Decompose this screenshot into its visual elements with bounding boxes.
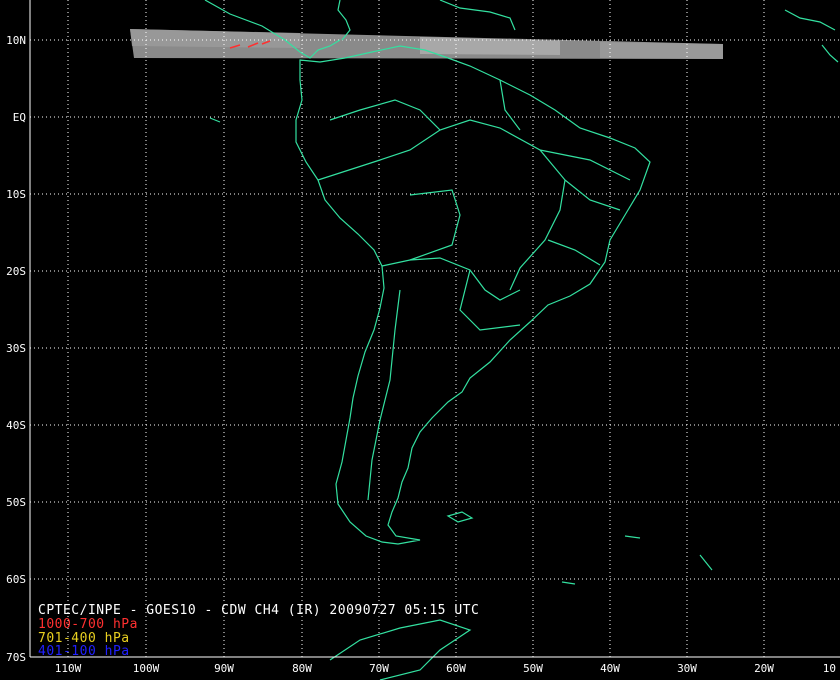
longitude-label: 80W: [292, 662, 312, 675]
legend-high-level: 401-100 hPa: [38, 644, 130, 659]
latitude-label: 40S: [6, 419, 26, 432]
longitude-label: 60W: [446, 662, 466, 675]
latitude-label: 70S: [6, 651, 26, 664]
longitude-label: 90W: [214, 662, 234, 675]
longitude-label: 20W: [754, 662, 774, 675]
latitude-label: 10S: [6, 188, 26, 201]
longitude-label: 110W: [55, 662, 82, 675]
latitude-label: EQ: [13, 111, 26, 124]
satellite-map: 10N EQ 10S 20S 30S 40S 50S 60S 70S 110W 100W 90W 80…: [0, 0, 840, 680]
longitude-label: 40W: [600, 662, 620, 675]
latitude-label: 60S: [6, 573, 26, 586]
longitude-label: 50W: [523, 662, 543, 675]
longitude-label: 100W: [133, 662, 160, 675]
legend-low-level: 1000-700 hPa: [38, 617, 138, 632]
latitude-label: 20S: [6, 265, 26, 278]
longitude-label: 30W: [677, 662, 697, 675]
latitude-label: 10N: [6, 34, 26, 47]
latitude-label: 50S: [6, 496, 26, 509]
image-title: CPTEC/INPE - GOES10 - CDW CH4 (IR) 20090…: [38, 603, 480, 618]
longitude-label: 70W: [369, 662, 389, 675]
latitude-label: 30S: [6, 342, 26, 355]
longitude-label: 10: [823, 662, 836, 675]
